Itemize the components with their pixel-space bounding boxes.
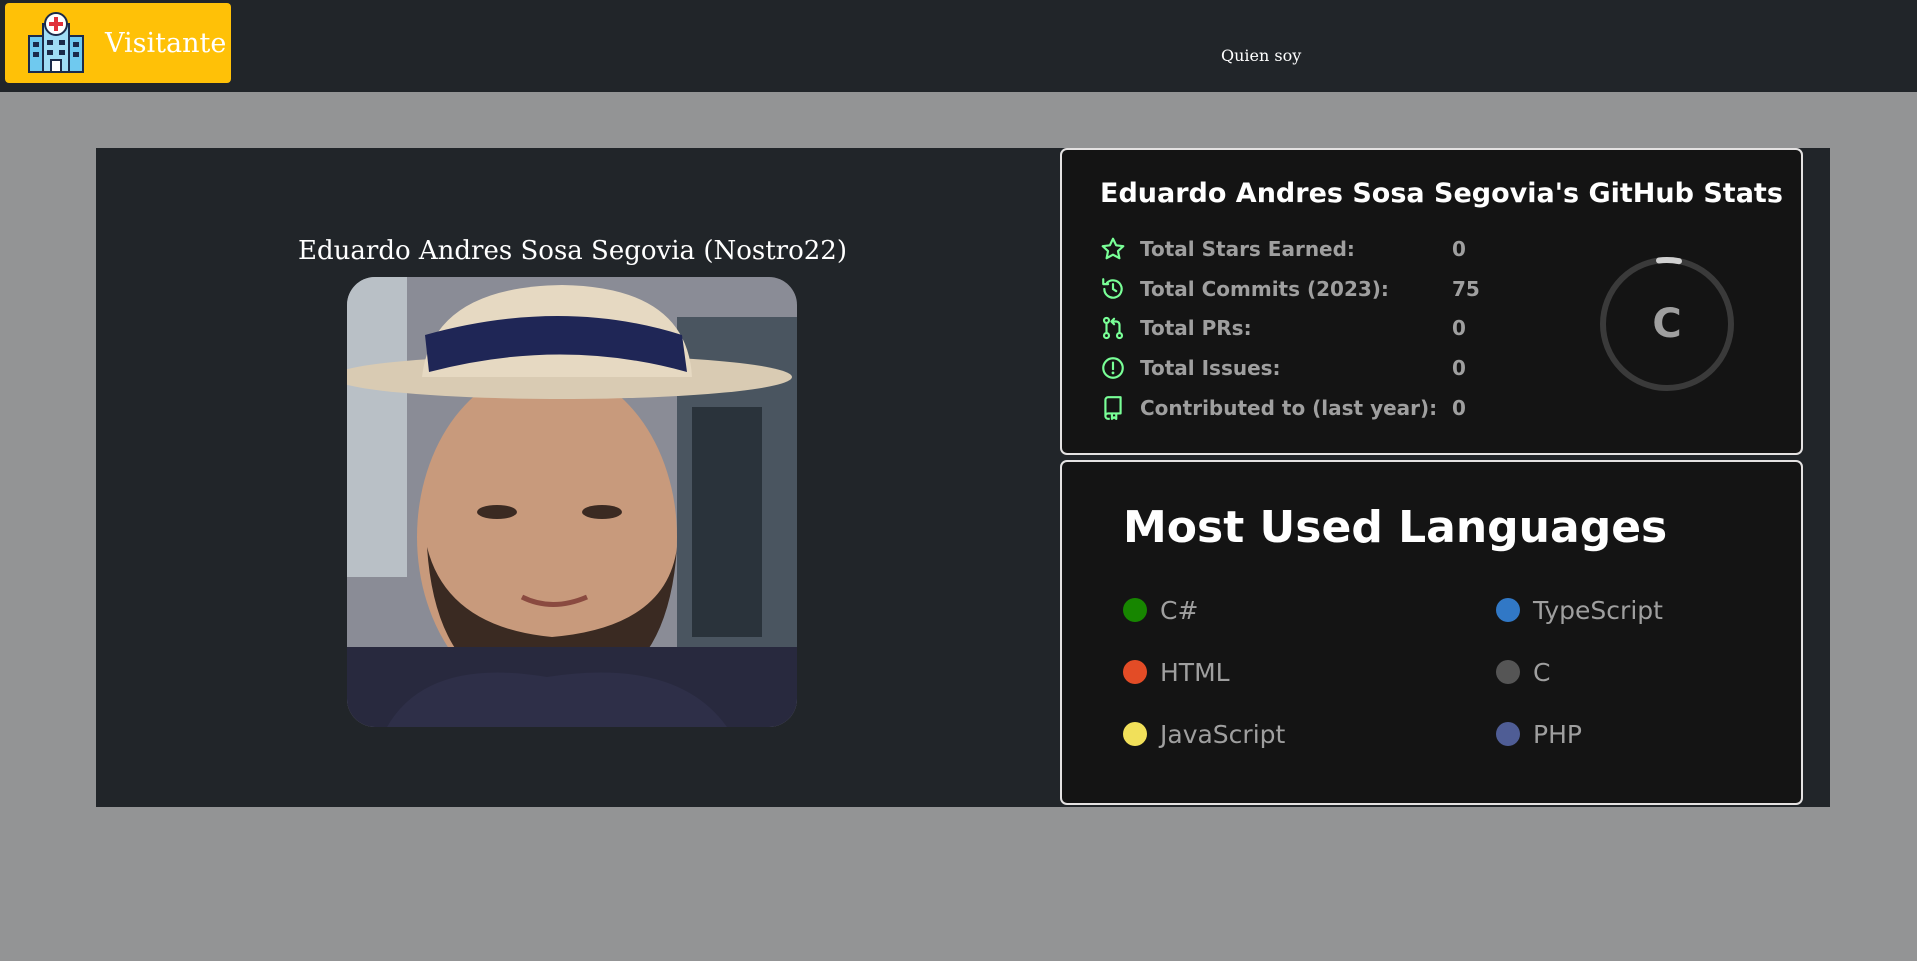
language-name: TypeScript xyxy=(1533,595,1663,625)
language-name: PHP xyxy=(1533,719,1582,749)
language-name: JavaScript xyxy=(1160,719,1286,749)
stat-row-issues: Total Issues: 0 xyxy=(1100,353,1466,383)
language-item: PHP xyxy=(1496,719,1582,749)
language-color-dot xyxy=(1496,660,1520,684)
hospital-icon xyxy=(28,12,84,73)
top-navbar: Visitante Quien soy xyxy=(0,0,1917,92)
languages-card: Most Used Languages C# TypeScript HTML C… xyxy=(1060,460,1803,805)
rank-letter: C xyxy=(1652,301,1682,347)
pull-request-icon xyxy=(1102,316,1124,340)
stat-value: 75 xyxy=(1452,277,1480,301)
language-item: TypeScript xyxy=(1496,595,1663,625)
language-item: C# xyxy=(1123,595,1198,625)
stat-value: 0 xyxy=(1452,237,1466,261)
stat-label: Total Commits (2023): xyxy=(1140,277,1389,301)
nav-link-quien-soy[interactable]: Quien soy xyxy=(1221,46,1301,65)
stat-row-prs: Total PRs: 0 xyxy=(1100,313,1466,343)
issue-icon xyxy=(1102,357,1124,379)
stat-value: 0 xyxy=(1452,356,1466,380)
brand-link[interactable]: Visitante xyxy=(5,3,231,83)
stat-label: Total Stars Earned: xyxy=(1140,237,1355,261)
github-stats-card: Eduardo Andres Sosa Segovia's GitHub Sta… xyxy=(1060,148,1803,455)
language-color-dot xyxy=(1123,722,1147,746)
rank-circle: C xyxy=(1597,254,1737,394)
brand-text: Visitante xyxy=(105,27,227,59)
stats-title: Eduardo Andres Sosa Segovia's GitHub Sta… xyxy=(1100,178,1783,209)
language-color-dot xyxy=(1496,722,1520,746)
stat-row-stars: Total Stars Earned: 0 xyxy=(1100,234,1466,264)
language-item: HTML xyxy=(1123,657,1230,687)
language-item: JavaScript xyxy=(1123,719,1285,749)
stat-value: 0 xyxy=(1452,316,1466,340)
language-name: C# xyxy=(1160,595,1199,625)
star-icon xyxy=(1101,237,1125,260)
language-item: C xyxy=(1496,657,1550,687)
stat-row-commits: Total Commits (2023): 75 xyxy=(1100,274,1480,304)
stat-label: Total PRs: xyxy=(1140,316,1252,340)
stat-label: Contributed to (last year): xyxy=(1140,396,1438,420)
repo-icon xyxy=(1104,396,1122,420)
language-name: C xyxy=(1533,657,1551,687)
language-color-dot xyxy=(1123,660,1147,684)
history-icon xyxy=(1102,278,1123,299)
profile-photo xyxy=(347,277,797,727)
profile-name: Eduardo Andres Sosa Segovia (Nostro22) xyxy=(298,236,847,266)
language-color-dot xyxy=(1123,598,1147,622)
language-color-dot xyxy=(1496,598,1520,622)
stat-label: Total Issues: xyxy=(1140,356,1281,380)
languages-title: Most Used Languages xyxy=(1123,502,1668,553)
language-name: HTML xyxy=(1160,657,1230,687)
stat-value: 0 xyxy=(1452,396,1466,420)
stat-row-contributed: Contributed to (last year): 0 xyxy=(1100,393,1466,423)
